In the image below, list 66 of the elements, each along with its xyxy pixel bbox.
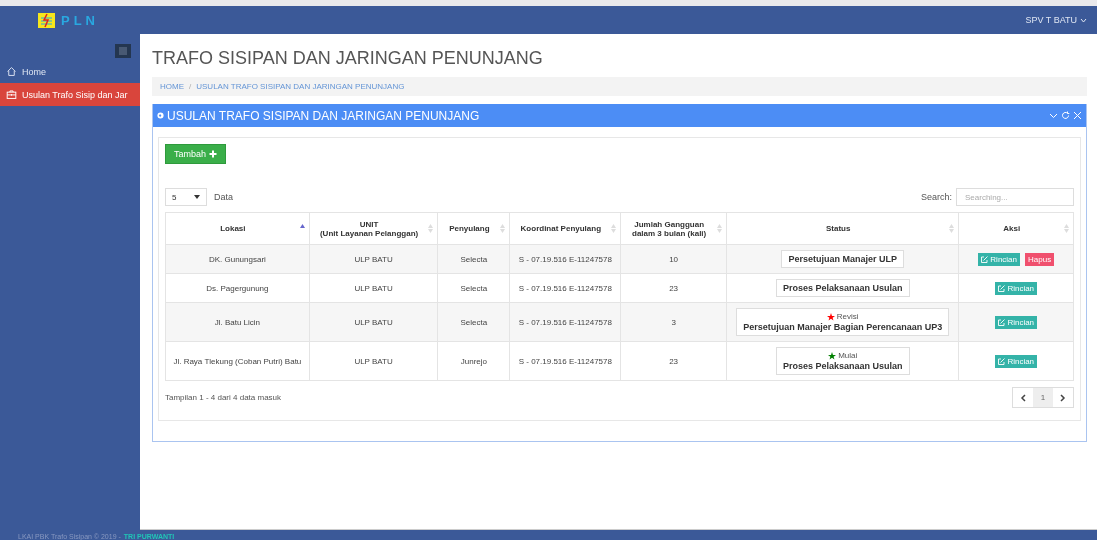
table-cell: 10 (620, 244, 727, 274)
user-menu[interactable]: SPV T BATU (1025, 15, 1087, 25)
plus-icon (209, 150, 218, 158)
status-text: Proses Pelaksanaan Usulan (782, 283, 903, 293)
table-cell: 23 (620, 273, 727, 303)
logo-icon (38, 12, 55, 28)
table-cell: Selecta (437, 302, 510, 342)
search-label: Search: (920, 192, 952, 202)
breadcrumb-link[interactable]: USULAN TRAFO SISIPAN DAN JARINGAN PENUNJANG (196, 82, 405, 91)
table-cell: ULP BATU (309, 341, 438, 381)
chevron-right-icon (1060, 393, 1066, 402)
table-cell: S - 07.19.516 E-11247578 (509, 244, 621, 274)
table-cell: Selecta (437, 273, 510, 303)
column-header[interactable]: Aksi (959, 212, 1074, 245)
caret-icon (1080, 17, 1087, 23)
table-cell: Jl. Batu Licin (165, 302, 310, 342)
table-cell: DK. Gunungsari (165, 244, 310, 274)
edit-icon (981, 255, 989, 263)
add-button[interactable]: Tambah (165, 144, 227, 164)
search-field[interactable]: Searching... (956, 188, 1074, 206)
status-text: Proses Pelaksanaan Usulan (782, 361, 903, 371)
collapse-icon[interactable] (1049, 111, 1058, 120)
column-header[interactable]: Status (726, 212, 959, 245)
globe-icon (157, 112, 164, 119)
sidebar-item[interactable]: Usulan Trafo Sisip dan Jar (0, 83, 140, 106)
sidebar-item[interactable]: Home (0, 60, 140, 83)
status-note: Mulai (838, 351, 858, 360)
table-info: Tampilan 1 - 4 dari 4 data masuk (165, 393, 282, 402)
table-cell: Selecta (437, 244, 510, 274)
column-header[interactable]: Lokasi (165, 212, 310, 245)
page-button[interactable]: 1 (1033, 388, 1053, 407)
table-cell: Junrejo (437, 341, 510, 381)
table-cell: Jl. Raya Tlekung (Coban Putri) Batu (165, 341, 310, 381)
page-title: TRAFO SISIPAN DAN JARINGAN PENUNJANG (152, 48, 544, 69)
table-cell: S - 07.19.516 E-11247578 (509, 302, 621, 342)
refresh-icon[interactable] (1061, 111, 1070, 120)
table-cell: ULP BATU (309, 273, 438, 303)
delete-button[interactable]: Hapus (1025, 252, 1055, 266)
table-cell: S - 07.19.516 E-11247578 (509, 341, 621, 381)
briefcase-icon (6, 89, 17, 100)
breadcrumb-separator: / (189, 82, 192, 91)
close-icon[interactable] (1073, 111, 1082, 120)
table-cell: Ds. Pagergunung (165, 273, 310, 303)
table-cell: 23 (620, 341, 727, 381)
status-note: Revisi (836, 312, 859, 321)
column-header[interactable]: UNIT (Unit Layanan Pelanggan) (309, 212, 438, 245)
edit-icon (998, 284, 1006, 292)
brand-name: PLN (61, 12, 99, 28)
status-text: Persetujuan Manajer Bagian Perencanaan UP3 (743, 322, 943, 332)
column-header[interactable]: Jumlah Gangguan dalam 3 bulan (kali) (620, 212, 727, 245)
edit-icon (998, 357, 1006, 365)
page-size-label: Data (214, 192, 233, 202)
caret-icon (194, 195, 200, 199)
column-header[interactable]: Penyulang (437, 212, 510, 245)
chevron-left-icon (1020, 393, 1026, 402)
table-cell: ULP BATU (309, 302, 438, 342)
panel-title: USULAN TRAFO SISIPAN DAN JARINGAN PENUNJANG (167, 108, 480, 123)
table-cell: S - 07.19.516 E-11247578 (509, 273, 621, 303)
page-size-select[interactable]: 5 (165, 188, 207, 206)
status-text: Persetujuan Manajer ULP (788, 254, 897, 264)
table-cell: 3 (620, 302, 727, 342)
table-cell: ULP BATU (309, 244, 438, 274)
home-icon (6, 66, 17, 77)
breadcrumb-link[interactable]: HOME (160, 82, 184, 91)
edit-icon (998, 318, 1006, 326)
column-header[interactable]: Koordinat Penyulang (509, 212, 621, 245)
